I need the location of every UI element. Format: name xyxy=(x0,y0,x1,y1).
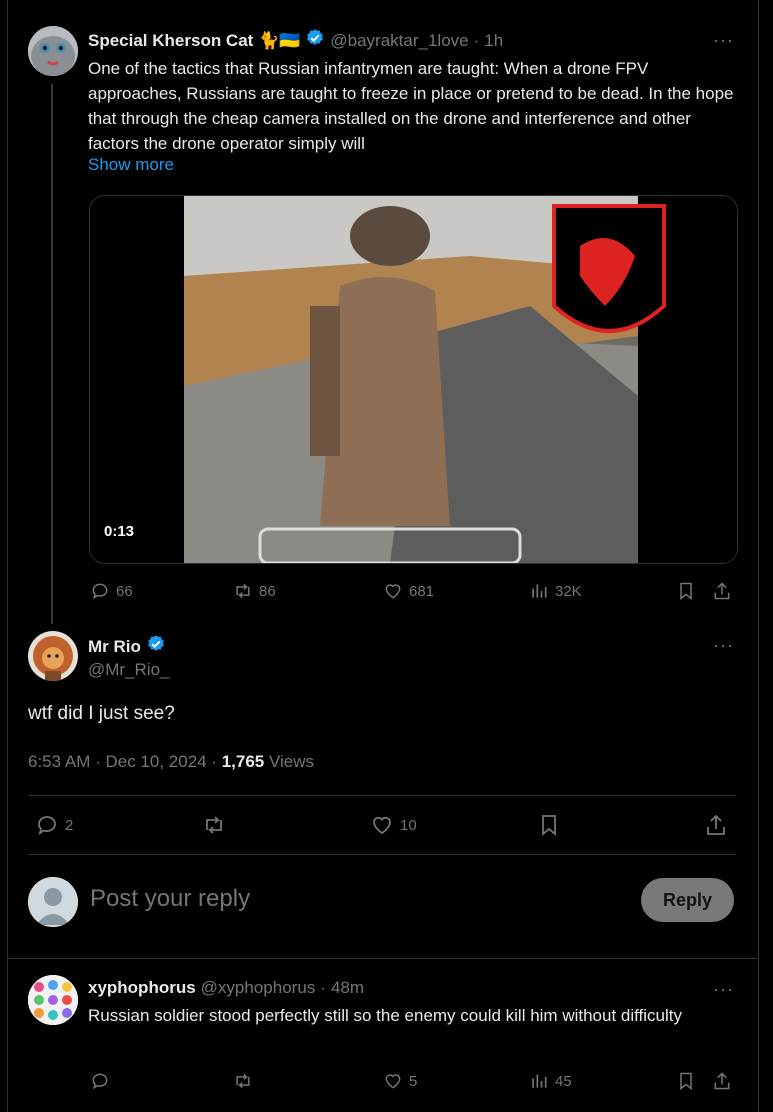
bookmark-button[interactable] xyxy=(676,1071,696,1091)
author-name[interactable]: Special Kherson Cat 🐈🇺🇦 xyxy=(88,31,300,51)
reply-icon xyxy=(92,1073,108,1090)
video-duration: 0:13 xyxy=(104,523,135,540)
share-button[interactable] xyxy=(712,581,732,601)
reply-input[interactable]: Post your reply xyxy=(90,885,250,913)
like-button[interactable]: 10 xyxy=(370,813,417,837)
divider xyxy=(28,854,736,855)
like-count: 5 xyxy=(409,1072,418,1090)
tweet-text: One of the tactics that Russian infantry… xyxy=(88,59,734,153)
like-count: 10 xyxy=(400,816,417,834)
author-name[interactable]: Mr Rio xyxy=(88,637,141,657)
author-handle[interactable]: @xyphophorus xyxy=(201,978,316,998)
divider xyxy=(8,958,757,959)
post-timestamp[interactable]: 6:53 AM · Dec 10, 2024 · xyxy=(28,752,222,771)
reply-icon xyxy=(38,816,56,835)
post-time[interactable]: 1h xyxy=(484,31,503,51)
avatar[interactable] xyxy=(28,631,78,681)
author-name[interactable]: xyphophorus xyxy=(88,978,196,998)
share-icon xyxy=(714,582,730,600)
tweet-text: Russian soldier stood perfectly still so… xyxy=(88,1006,683,1025)
like-count: 681 xyxy=(409,582,435,600)
reply-submit-button[interactable]: Reply xyxy=(641,878,734,922)
repost-icon xyxy=(206,816,222,834)
avatar[interactable] xyxy=(28,975,78,1025)
thread-connector xyxy=(51,84,53,624)
share-button[interactable] xyxy=(712,1071,732,1091)
like-button[interactable]: 5 xyxy=(383,1071,417,1091)
heart-icon xyxy=(385,584,401,599)
repost-button[interactable]: 86 xyxy=(233,581,276,601)
heart-icon xyxy=(385,1074,401,1089)
video-player[interactable] xyxy=(89,195,738,564)
bookmark-icon xyxy=(680,582,692,601)
views-count: 32K xyxy=(555,582,582,600)
reply-count: 66 xyxy=(116,582,133,600)
views-icon xyxy=(532,1074,547,1088)
reply-count: 2 xyxy=(65,816,74,834)
repost-button[interactable] xyxy=(202,813,226,837)
reply-button[interactable]: 2 xyxy=(35,813,73,837)
repost-icon xyxy=(236,1073,250,1089)
views-icon xyxy=(532,584,547,598)
views-button[interactable]: 45 xyxy=(529,1071,572,1091)
author-handle[interactable]: @Mr_Rio_ xyxy=(88,660,170,680)
repost-count: 86 xyxy=(259,582,276,600)
share-icon xyxy=(707,814,725,835)
avatar[interactable] xyxy=(28,26,78,76)
divider xyxy=(28,795,736,796)
post-meta: 6:53 AM · Dec 10, 2024 · 1,765 Views xyxy=(28,752,314,772)
reply-button[interactable]: 66 xyxy=(90,581,133,601)
show-more-link[interactable]: Show more xyxy=(88,155,174,175)
view-count: 1,765 xyxy=(221,752,265,771)
post-time[interactable]: 48m xyxy=(331,978,364,998)
verified-badge-icon xyxy=(146,634,166,659)
reply-icon xyxy=(92,583,108,600)
author-handle[interactable]: @bayraktar_1love xyxy=(330,31,468,51)
user-avatar[interactable] xyxy=(28,877,78,927)
bookmark-button[interactable] xyxy=(537,813,561,837)
repost-icon xyxy=(236,583,250,599)
more-options-icon[interactable]: ··· xyxy=(713,635,734,656)
more-options-icon[interactable]: ··· xyxy=(713,979,734,1000)
like-button[interactable]: 681 xyxy=(383,581,434,601)
heart-icon xyxy=(373,816,391,835)
share-button[interactable] xyxy=(704,813,728,837)
bookmark-icon xyxy=(680,1072,692,1091)
bookmark-button[interactable] xyxy=(676,581,696,601)
repost-button[interactable] xyxy=(233,1071,253,1091)
views-count: 45 xyxy=(555,1072,572,1090)
reply-button[interactable] xyxy=(90,1071,110,1091)
separator-dot: · xyxy=(320,978,326,997)
verified-badge-icon xyxy=(305,28,325,53)
views-button[interactable]: 32K xyxy=(529,581,582,601)
video-frame xyxy=(90,196,737,563)
separator-dot: · xyxy=(473,30,480,50)
main-tweet-text: wtf did I just see? xyxy=(28,703,175,724)
bookmark-icon xyxy=(542,815,556,836)
views-label: Views xyxy=(264,752,315,771)
share-icon xyxy=(714,1072,730,1090)
more-options-icon[interactable]: ··· xyxy=(713,30,734,51)
